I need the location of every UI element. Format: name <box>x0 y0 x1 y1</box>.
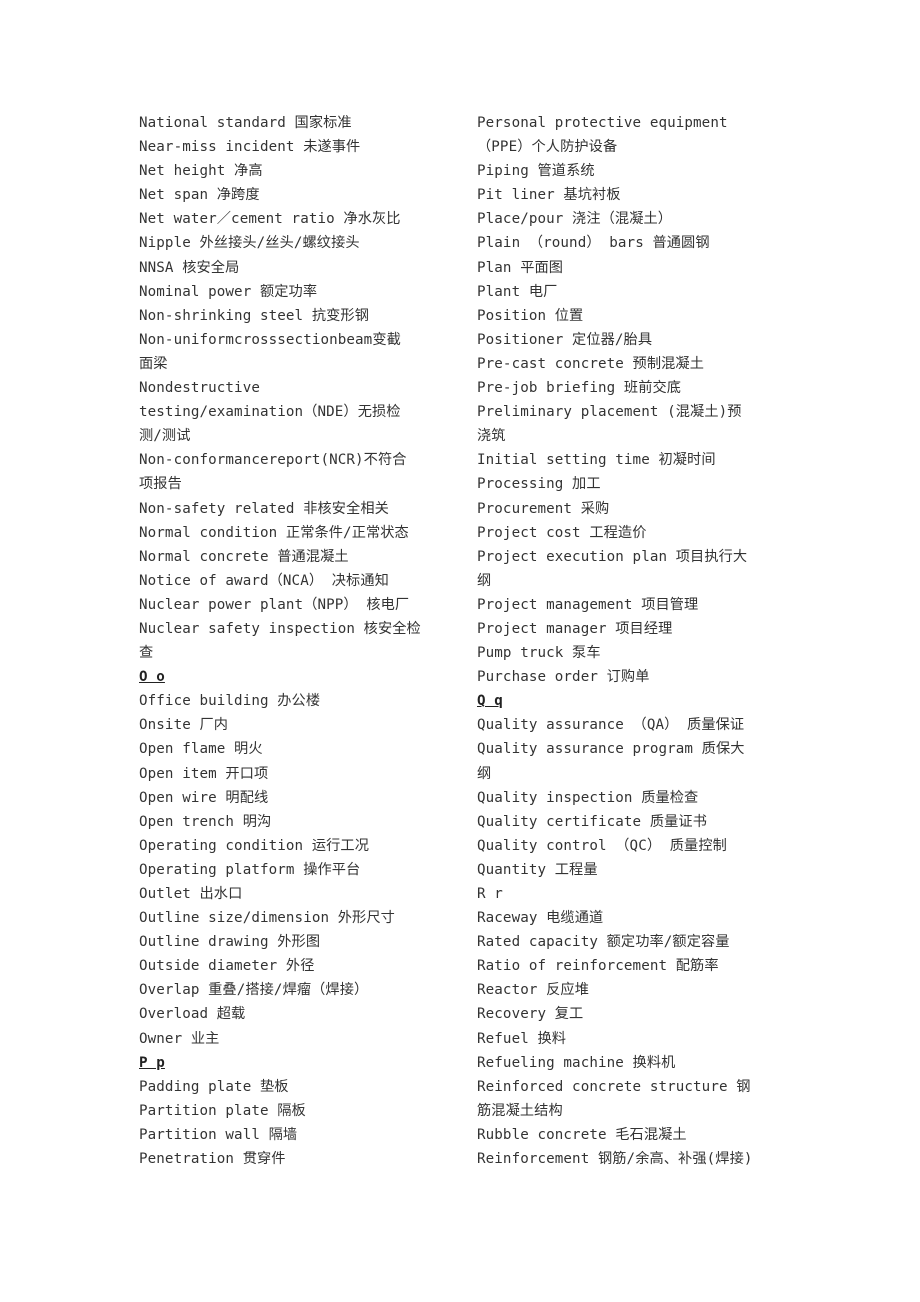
glossary-entry: National standard 国家标准 <box>139 115 352 131</box>
glossary-entry: Net height 净高 <box>139 163 263 180</box>
glossary-entry: Open item 开口项 <box>139 765 269 782</box>
document-page: National standard 国家标准 Near-miss incident… <box>0 0 920 1302</box>
glossary-entry: Outlet 出水口 <box>139 886 243 902</box>
glossary-entry: Positioner 定位器/胎具 <box>477 331 653 348</box>
glossary-entry: Outline size/dimension 外形尺寸 <box>139 910 395 927</box>
glossary-entry: Initial setting time 初凝时间 <box>477 452 716 469</box>
glossary-entry: Pre-job briefing 班前交底 <box>477 380 682 397</box>
glossary-entry: Nipple 外丝接头/丝头/螺纹接头 <box>139 235 360 252</box>
glossary-entry: Position 位置 <box>477 307 584 324</box>
glossary-entry: Non-shrinking steel 抗变形钢 <box>139 307 369 324</box>
glossary-entry: Operating platform 操作平台 <box>139 861 361 878</box>
glossary-entry: Quality inspection 质量检查 <box>477 789 699 806</box>
glossary-entry: Purchase order 订购单 <box>477 669 650 686</box>
glossary-entry: Processing 加工 <box>477 476 601 493</box>
glossary-entry: Pit liner 基坑衬板 <box>477 187 621 204</box>
section-heading: R r <box>477 886 503 902</box>
glossary-entry: Nominal power 额定功率 <box>139 283 318 300</box>
glossary-entry: Plan 平面图 <box>477 259 564 276</box>
glossary-entry-continuation: 查 <box>139 645 154 662</box>
glossary-entry: Project cost 工程造价 <box>477 524 647 541</box>
glossary-entry: Piping 管道系统 <box>477 163 595 180</box>
glossary-entry: Quality certificate 质量证书 <box>477 813 707 830</box>
glossary-entry: Project management 项目管理 <box>477 596 699 613</box>
glossary-entry: Notice of award（NCA） 决标通知 <box>139 572 389 589</box>
glossary-entry: Refueling machine 换料机 <box>477 1054 676 1071</box>
glossary-entry: Project manager 项目经理 <box>477 620 673 637</box>
glossary-entry: Penetration 贯穿件 <box>139 1151 286 1168</box>
glossary-entry: Reinforced concrete structure 钢 <box>477 1078 751 1095</box>
glossary-entry: Quantity 工程量 <box>477 861 598 878</box>
glossary-entry: Raceway 电缆通道 <box>477 910 604 927</box>
glossary-entry: Non-uniformcrosssectionbeam变截 <box>139 331 401 348</box>
glossary-entry: Open flame 明火 <box>139 741 263 758</box>
glossary-entry: NNSA 核安全局 <box>139 259 240 276</box>
glossary-entry: Quality assurance （QA） 质量保证 <box>477 717 745 734</box>
glossary-entry: Open wire 明配线 <box>139 789 269 806</box>
glossary-entry: Refuel 换料 <box>477 1030 567 1047</box>
section-heading: P p <box>139 1054 165 1071</box>
glossary-entry: Net span 净跨度 <box>139 187 260 204</box>
glossary-entry: Outline drawing 外形图 <box>139 934 321 951</box>
section-heading: O o <box>139 669 165 686</box>
glossary-entry: Non-conformancereport(NCR)不符合 <box>139 452 407 469</box>
glossary-entry: Overlap 重叠/搭接/焊瘤（焊接） <box>139 982 369 999</box>
glossary-entry: Pump truck 泵车 <box>477 645 601 662</box>
glossary-entry: Net water／cement ratio 净水灰比 <box>139 211 401 228</box>
glossary-entry: Overload 超载 <box>139 1006 246 1023</box>
glossary-entry-continuation: （PPE）个人防护设备 <box>477 139 618 156</box>
glossary-entry-continuation: 纲 <box>477 765 492 782</box>
glossary-entry: Nuclear safety inspection 核安全检 <box>139 620 421 637</box>
glossary-entry: Nondestructive <box>139 380 260 397</box>
glossary-entry-continuation: 筋混凝土结构 <box>477 1102 563 1119</box>
glossary-entry: Pre-cast concrete 预制混凝土 <box>477 355 704 372</box>
glossary-entry: Open trench 明沟 <box>139 813 272 830</box>
glossary-entry: Personal protective equipment <box>477 115 728 131</box>
section-heading: Q q <box>477 693 503 710</box>
glossary-entry: Non-safety related 非核安全相关 <box>139 500 389 517</box>
glossary-entry: Rated capacity 额定功率/额定容量 <box>477 934 730 951</box>
glossary-entry: Reinforcement 钢筋/余高、补强(焊接) <box>477 1151 753 1168</box>
glossary-entry: Padding plate 垫板 <box>139 1078 289 1095</box>
glossary-entry-continuation: 项报告 <box>139 476 182 493</box>
glossary-entry-continuation: 测/测试 <box>139 428 191 445</box>
glossary-entry: Outside diameter 外径 <box>139 958 315 975</box>
glossary-entry: Plant 电厂 <box>477 283 558 300</box>
glossary-column-left: National standard 国家标准 Near-miss incident… <box>139 111 449 1171</box>
glossary-entry: Owner 业主 <box>139 1030 220 1047</box>
glossary-entry: Partition wall 隔墙 <box>139 1126 298 1143</box>
glossary-entry: Operating condition 运行工况 <box>139 837 369 854</box>
glossary-column-right: Personal protective equipment （PPE）个人防护设备… <box>477 111 787 1171</box>
glossary-entry-continuation: 面梁 <box>139 355 168 372</box>
glossary-entry: Plain （round） bars 普通圆钢 <box>477 235 710 252</box>
glossary-entry: Quality control （QC） 质量控制 <box>477 837 727 854</box>
glossary-entry: Rubble concrete 毛石混凝土 <box>477 1126 687 1143</box>
glossary-entry: Ratio of reinforcement 配筋率 <box>477 958 719 975</box>
glossary-entry: Recovery 复工 <box>477 1006 584 1023</box>
glossary-entry: Office building 办公楼 <box>139 693 321 710</box>
glossary-entry-continuation: 浇筑 <box>477 428 506 445</box>
glossary-entry: Place/pour 浇注（混凝土） <box>477 211 673 228</box>
glossary-entry: Quality assurance program 质保大 <box>477 741 745 758</box>
glossary-entry: Partition plate 隔板 <box>139 1102 306 1119</box>
glossary-entry: Project execution plan 项目执行大 <box>477 548 748 565</box>
glossary-entry: Normal condition 正常条件/正常状态 <box>139 524 409 541</box>
glossary-entry: Normal concrete 普通混凝土 <box>139 548 349 565</box>
glossary-entry: Reactor 反应堆 <box>477 982 589 999</box>
glossary-entry-continuation: 纲 <box>477 572 492 589</box>
glossary-entry: Preliminary placement (混凝土)预 <box>477 404 742 421</box>
glossary-entry: Procurement 采购 <box>477 500 610 517</box>
glossary-entry: Onsite 厂内 <box>139 717 229 734</box>
glossary-entry-continuation: testing/examination（NDE）无损检 <box>139 404 401 421</box>
glossary-entry: Nuclear power plant（NPP） 核电厂 <box>139 596 410 613</box>
glossary-entry: Near-miss incident 未遂事件 <box>139 139 361 156</box>
